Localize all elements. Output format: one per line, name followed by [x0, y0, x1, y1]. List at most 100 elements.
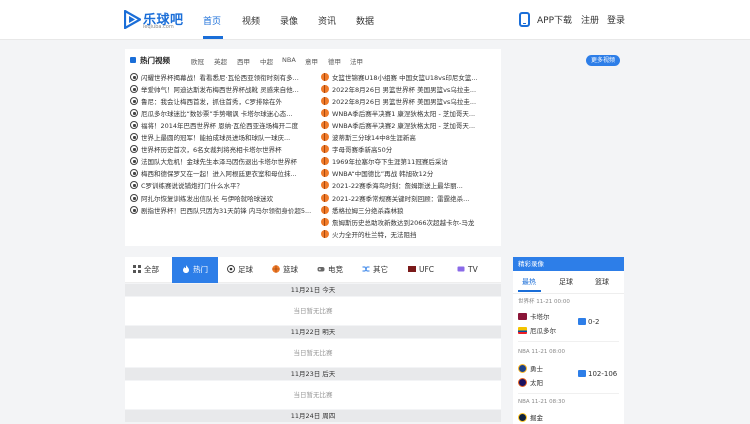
hot-tab-epl[interactable]: 英超 — [214, 56, 227, 66]
nav-news[interactable]: 资讯 — [318, 14, 336, 27]
basketball-icon — [321, 169, 329, 178]
basketball-icon — [272, 265, 280, 273]
qatar-flag-icon — [518, 312, 527, 320]
match-home-team[interactable]: 勇士 — [518, 363, 543, 374]
nav-video[interactable]: 视频 — [242, 14, 260, 27]
soccer-ball-icon — [227, 265, 235, 273]
soccer-ball-icon — [130, 97, 138, 106]
hot-video-left-item[interactable]: 世界上最圆的冠军！能拍成球员进场和球队一球庆... — [130, 132, 315, 144]
sidebar-tab-soccer[interactable]: 足球 — [559, 277, 573, 287]
video-title: 梅西和德保罗又在一起！进入阿根廷更衣室和母位抹... — [141, 170, 297, 179]
tab-other[interactable]: 其它 — [362, 257, 402, 283]
hot-video-left-item[interactable]: 闪耀世界杯揭幕战！看看悉尼·瓦伦西亚领衔时刻有多... — [130, 72, 315, 84]
match-home-team[interactable]: 卡塔尔 — [518, 311, 550, 321]
hot-video-left-item[interactable]: 福将！2014年巴西世界杯 恩纳·瓦伦西亚连场梅开二度 — [130, 120, 315, 132]
gamepad-icon — [317, 267, 325, 272]
hot-video-right-item[interactable]: 1969年拉塞尔夺下生涯第11冠赛后采访 — [321, 156, 506, 168]
divider — [513, 293, 624, 294]
basketball-icon — [321, 217, 329, 226]
hot-tab-ligue1[interactable]: 法甲 — [350, 56, 363, 66]
ufc-icon — [408, 266, 416, 272]
hot-video-right-item[interactable]: 火力全开的杜兰特，无法阻挡 — [321, 229, 506, 241]
hot-tab-ucl[interactable]: 欧冠 — [191, 56, 204, 66]
nav-home[interactable]: 首页 — [203, 14, 221, 27]
video-title: 世界上最圆的冠军！能拍成球员进场和球队一球庆... — [141, 134, 291, 143]
hot-tab-csl[interactable]: 中超 — [260, 56, 273, 66]
tab-ufc[interactable]: UFC — [408, 257, 448, 283]
hot-video-right-item[interactable]: 波蒂斯三分球14中8生涯新高 — [321, 132, 506, 144]
tab-basketball[interactable]: 篮球 — [272, 257, 312, 283]
sidebar-tab-basketball[interactable]: 篮球 — [595, 277, 609, 287]
hot-tab-seriea[interactable]: 意甲 — [305, 56, 318, 66]
team-name: 卡塔尔 — [530, 313, 550, 321]
hot-video-right-item[interactable]: WNBA“中国德比”再战 韩旭砍12分 — [321, 168, 506, 180]
hot-tab-nba[interactable]: NBA — [282, 56, 296, 64]
basketball-icon — [321, 229, 329, 238]
phone-icon[interactable] — [519, 12, 530, 27]
date-row: 11月24日 周四 — [125, 410, 501, 422]
hot-video-left-item[interactable]: 阿扎尔恢复训练发出信队长 与伊哈就哈球迷欢 — [130, 193, 315, 205]
tab-tv[interactable]: TV — [457, 257, 497, 283]
app-download-link[interactable]: APP下载 — [537, 13, 572, 26]
soccer-ball-icon — [130, 121, 138, 130]
hot-video-left-item[interactable]: 剧指世界杯！巴西队只因为31天前锋 内马尔领衔身价超5... — [130, 205, 315, 217]
match-away-team[interactable]: 太阳 — [518, 377, 543, 388]
login-link[interactable]: 登录 — [607, 13, 625, 26]
video-title: 2022年8月26日 男篮世界杯 美国男篮vs乌拉圭... — [332, 86, 477, 95]
soccer-ball-icon — [130, 157, 138, 166]
match-score[interactable]: 102-106 — [578, 369, 617, 378]
sidebar-tab-hottest[interactable]: 最热 — [522, 277, 536, 287]
video-title: 波蒂斯三分球14中8生涯新高 — [332, 134, 416, 143]
hot-tab-laliga[interactable]: 西甲 — [237, 56, 250, 66]
hot-tab-bundesliga[interactable]: 德甲 — [328, 56, 341, 66]
hot-video-right-item[interactable]: 女篮世锦赛U18小组赛 中国女篮U18vs印尼女篮... — [321, 72, 506, 84]
nav-replay[interactable]: 录像 — [280, 14, 298, 27]
hot-video-left-item[interactable]: 厄瓜多尔球迷比“数钞票”手势嘲讽 卡塔尔球迷心态... — [130, 108, 315, 120]
nav-active-indicator — [203, 36, 223, 39]
nuggets-logo-icon — [518, 412, 527, 422]
hot-video-right-item[interactable]: WNBA季后赛半决赛2 康涅狄格太阳 - 芝加哥天... — [321, 120, 506, 132]
match-home-team[interactable]: 掘金 — [518, 412, 543, 423]
hot-video-left-item[interactable]: 法国队大危机！金球先生本泽马因伤退出卡塔尔世界杯 — [130, 156, 315, 168]
hot-video-left-item[interactable]: 世界杯历史首次，6名女裁判将亮相卡塔尔世界杯 — [130, 144, 315, 156]
video-title: WNBA季后赛半决赛1 康涅狄格太阳 - 芝加哥天... — [332, 110, 476, 119]
basketball-icon — [321, 73, 329, 81]
nav-data[interactable]: 数据 — [356, 14, 374, 27]
basketball-icon — [321, 145, 329, 154]
hot-video-left-item[interactable]: C罗训练赛说说铺炮打门什么水平？ — [130, 180, 315, 192]
tab-soccer[interactable]: 足球 — [227, 257, 267, 283]
more-videos-button[interactable]: 更多视频 — [586, 55, 620, 66]
match-away-team[interactable]: 厄瓜多尔 — [518, 325, 556, 335]
hot-video-right-item[interactable]: 2021-22赛季海鸟时刻：詹姆斯送上最华丽... — [321, 180, 506, 192]
site-logo[interactable]: 乐球吧 leqiuba.com — [124, 9, 186, 31]
hot-video-right-item[interactable]: 詹姆斯历史总助攻新数达到2066次超越卡尔-马龙 — [321, 217, 506, 229]
tab-esports[interactable]: 电竞 — [317, 257, 357, 283]
tab-hot[interactable]: 热门 — [172, 257, 218, 283]
video-title: 悉格拉姆三分绝杀森林狼 — [332, 206, 404, 215]
hot-videos-title: 热门视频 — [140, 56, 170, 65]
hot-video-left-item[interactable]: 举爱帅气！阿迪达斯发布梅西世界杯战靴 灵感来自他... — [130, 84, 315, 96]
match-meta: 世界杯 11-21 00:00 — [518, 299, 570, 305]
hot-video-right-item[interactable]: 2022年8月26日 男篮世界杯 美国男篮vs乌拉圭... — [321, 96, 506, 108]
hot-video-right-item[interactable]: WNBA季后赛半决赛1 康涅狄格太阳 - 芝加哥天... — [321, 108, 506, 120]
video-title: 字母哥赛季新高50分 — [332, 146, 393, 155]
video-title: 詹姆斯历史总助攻新数达到2066次超越卡尔-马龙 — [332, 218, 475, 227]
hot-video-left-item[interactable]: 梅西和德保罗又在一起！进入阿根廷更衣室和母位抹... — [130, 168, 315, 180]
section-square-icon — [130, 57, 136, 63]
basketball-icon — [321, 85, 329, 94]
hot-video-right-item[interactable]: 2022年8月26日 男篮世界杯 美国男篮vs乌拉圭... — [321, 84, 506, 96]
hot-video-right-item[interactable]: 悉格拉姆三分绝杀森林狼 — [321, 205, 506, 217]
tab-all[interactable]: 全部 — [133, 257, 173, 283]
suns-logo-icon — [518, 377, 527, 387]
register-link[interactable]: 注册 — [581, 13, 599, 26]
match-score[interactable]: 0-2 — [578, 317, 600, 326]
hot-video-right-item[interactable]: 字母哥赛季新高50分 — [321, 144, 506, 156]
tab-soccer-label: 足球 — [238, 265, 253, 274]
score-value: 0-2 — [588, 318, 600, 326]
soccer-ball-icon — [130, 133, 138, 142]
date-row: 11月22日 明天 — [125, 326, 501, 338]
video-title: 世界杯历史首次，6名女裁判将亮相卡塔尔世界杯 — [141, 146, 282, 155]
tab-esports-label: 电竞 — [328, 265, 343, 274]
hot-video-right-item[interactable]: 2021-22赛季常规赛关键时刻回顾：雷霆绝杀... — [321, 193, 506, 205]
hot-video-left-item[interactable]: 鲁尼：我会让梅西首发，抓住首秀，C罗排除在外 — [130, 96, 315, 108]
